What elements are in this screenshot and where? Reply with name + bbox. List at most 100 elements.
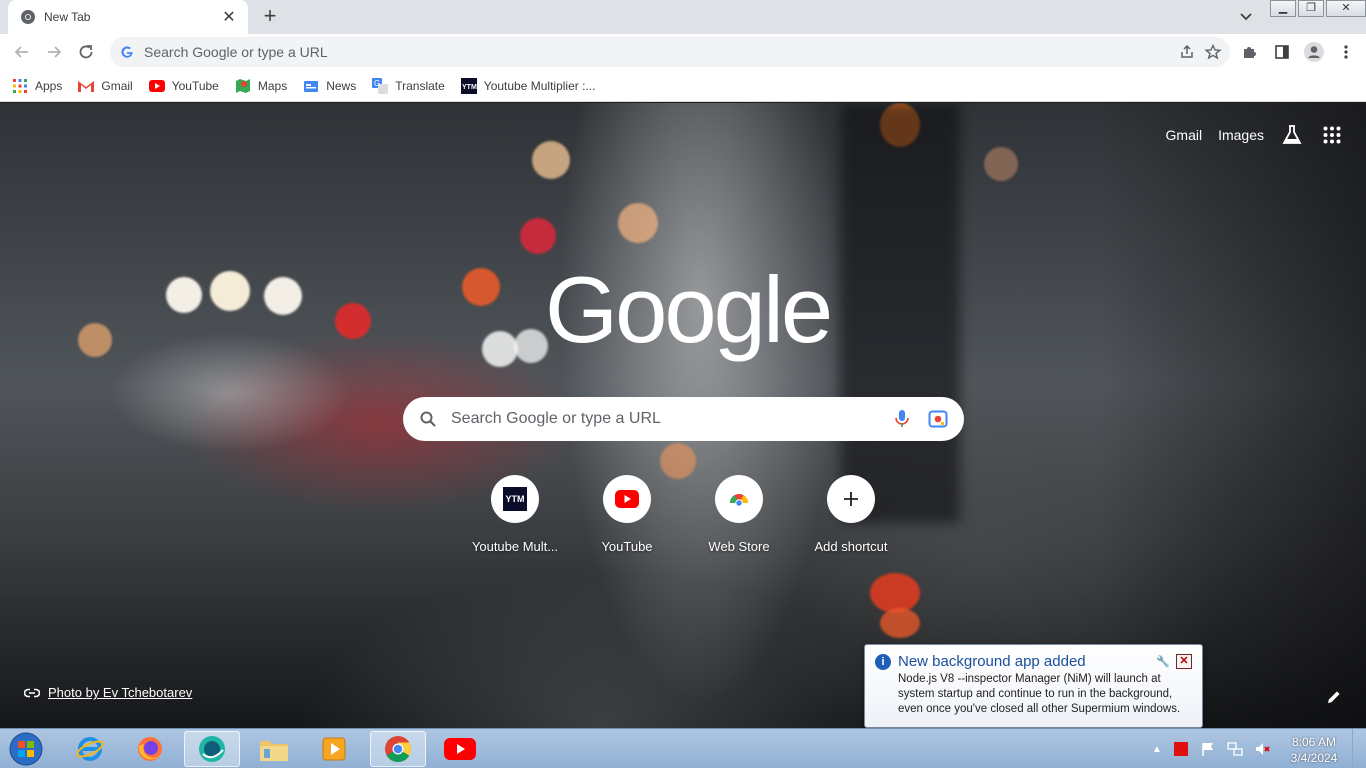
chrome-icon [21, 10, 35, 24]
close-tab-icon[interactable]: ✕ [220, 7, 238, 27]
bokeh-light [880, 608, 920, 638]
restore-button[interactable]: ❐ [1298, 0, 1324, 17]
taskbar-clock[interactable]: 8:06 AM 3/4/2024 [1286, 734, 1342, 766]
bookmark-gmail[interactable]: Gmail [78, 78, 133, 94]
youtube-icon [148, 78, 165, 94]
clock-time: 8:06 AM [1291, 735, 1337, 749]
shortcut-add[interactable]: Add shortcut [795, 475, 907, 554]
bookmark-translate[interactable]: G Translate [372, 77, 445, 94]
google-g-icon [121, 46, 133, 58]
profile-button[interactable] [1298, 36, 1330, 68]
bookmark-youtube[interactable]: YouTube [148, 78, 219, 94]
microphone-icon[interactable] [894, 409, 910, 429]
taskbar-youtube[interactable] [432, 731, 488, 767]
notification-app-icon[interactable] [1172, 740, 1190, 758]
tab-title: New Tab [44, 10, 91, 24]
taskbar-file-explorer[interactable] [246, 731, 302, 767]
ntp-search-box[interactable] [403, 397, 964, 441]
firefox-icon [138, 737, 162, 761]
gmail-link[interactable]: Gmail [1166, 127, 1203, 143]
google-apps-icon[interactable] [1320, 123, 1344, 147]
reload-icon [79, 45, 93, 59]
bookmark-label: News [326, 78, 357, 93]
share-icon[interactable] [1178, 43, 1196, 61]
bokeh-light [462, 268, 500, 306]
reload-button[interactable] [70, 36, 102, 68]
start-button[interactable] [6, 731, 46, 767]
notification-close-button[interactable]: ✕ [1176, 654, 1192, 669]
tab-strip: New Tab ✕ + ▁ ❐ ✕ [0, 0, 1366, 34]
side-panel-icon [1275, 45, 1289, 59]
ytm-icon: YTM [503, 487, 527, 511]
youtube-icon [615, 490, 639, 508]
bookmark-news[interactable]: News [303, 78, 356, 94]
web-store-icon [730, 494, 748, 507]
info-icon: i [875, 653, 891, 670]
shortcut-label: Youtube Mult... [471, 539, 559, 554]
show-hidden-icons-icon[interactable]: ▲ [1152, 744, 1162, 755]
shortcut-web-store[interactable]: Web Store [683, 475, 795, 554]
pencil-icon[interactable] [1324, 687, 1344, 707]
photo-attribution[interactable]: Photo by Ev Tchebotarev [24, 685, 192, 700]
new-tab-page: Gmail Images Google Search Google or typ… [0, 103, 1366, 728]
wrench-icon[interactable]: 🔧 [1156, 655, 1170, 668]
bokeh-light [482, 331, 518, 367]
ntp-search-input[interactable] [451, 410, 894, 428]
taskbar-supermium[interactable] [370, 731, 426, 767]
folder-icon [260, 741, 288, 761]
puzzle-icon [1244, 47, 1256, 58]
taskbar-browser-app[interactable] [184, 731, 240, 767]
bookmark-apps[interactable]: Apps [12, 78, 62, 94]
volume-muted-icon[interactable] [1254, 741, 1272, 757]
taskbar-internet-explorer[interactable] [62, 731, 118, 767]
taskbar-firefox[interactable] [122, 731, 178, 767]
extensions-button[interactable] [1234, 36, 1266, 68]
bokeh-light [210, 271, 250, 311]
toolbar-right [1234, 36, 1362, 68]
side-panel-button[interactable] [1266, 36, 1298, 68]
notification-header: i New background app added 🔧 ✕ [875, 653, 1192, 670]
menu-button[interactable] [1330, 36, 1362, 68]
star-icon[interactable] [1204, 43, 1222, 61]
notification-title: New background app added [898, 653, 1086, 670]
bokeh-light [520, 218, 556, 254]
taskbar: ▲ 8:06 AM 3/4/2024 [0, 728, 1366, 768]
tab-new-tab[interactable]: New Tab ✕ [8, 0, 248, 34]
taskbar-media-player[interactable] [306, 731, 362, 767]
background-shadow [1100, 103, 1366, 728]
chevron-down-icon[interactable] [1236, 6, 1256, 26]
shortcut-label: Web Store [708, 539, 770, 554]
images-link[interactable]: Images [1218, 127, 1264, 143]
labs-flask-icon[interactable] [1280, 123, 1304, 147]
omnibox[interactable] [110, 37, 1230, 67]
background-app-notification: i New background app added 🔧 ✕ Node.js V… [864, 644, 1203, 728]
new-tab-button[interactable]: + [258, 4, 282, 28]
shortcut-youtube-multiplier[interactable]: YTM Youtube Mult... [459, 475, 571, 554]
ntp-header: Gmail Images [1166, 123, 1344, 147]
omnibox-input[interactable] [144, 44, 1178, 60]
flag-icon[interactable] [1200, 741, 1216, 757]
close-window-button[interactable]: ✕ [1326, 0, 1366, 17]
camera-lens-icon[interactable] [928, 410, 948, 428]
forward-button[interactable] [38, 36, 70, 68]
system-tray: ▲ [1152, 729, 1272, 768]
kebab-menu-icon [1344, 45, 1348, 59]
back-button[interactable] [6, 36, 38, 68]
translate-icon: G [372, 77, 389, 94]
search-icon [420, 411, 436, 427]
bookmark-youtube-multiplier[interactable]: YTM Youtube Multiplier :... [460, 77, 596, 94]
bookmark-maps[interactable]: Maps [235, 78, 287, 94]
bokeh-light [78, 323, 112, 357]
minimize-button[interactable]: ▁ [1270, 0, 1296, 17]
shortcut-youtube[interactable]: YouTube [571, 475, 683, 554]
arrow-right-icon [48, 46, 62, 58]
bookmark-label: Youtube Multiplier :... [483, 78, 596, 93]
show-desktop-button[interactable] [1352, 729, 1366, 768]
bokeh-light [166, 277, 202, 313]
youtube-icon [444, 738, 476, 760]
shortcut-tile [603, 475, 651, 523]
background-shadow [840, 103, 960, 523]
bokeh-light [335, 303, 371, 339]
network-icon[interactable] [1226, 741, 1244, 757]
bokeh-light [618, 203, 658, 243]
